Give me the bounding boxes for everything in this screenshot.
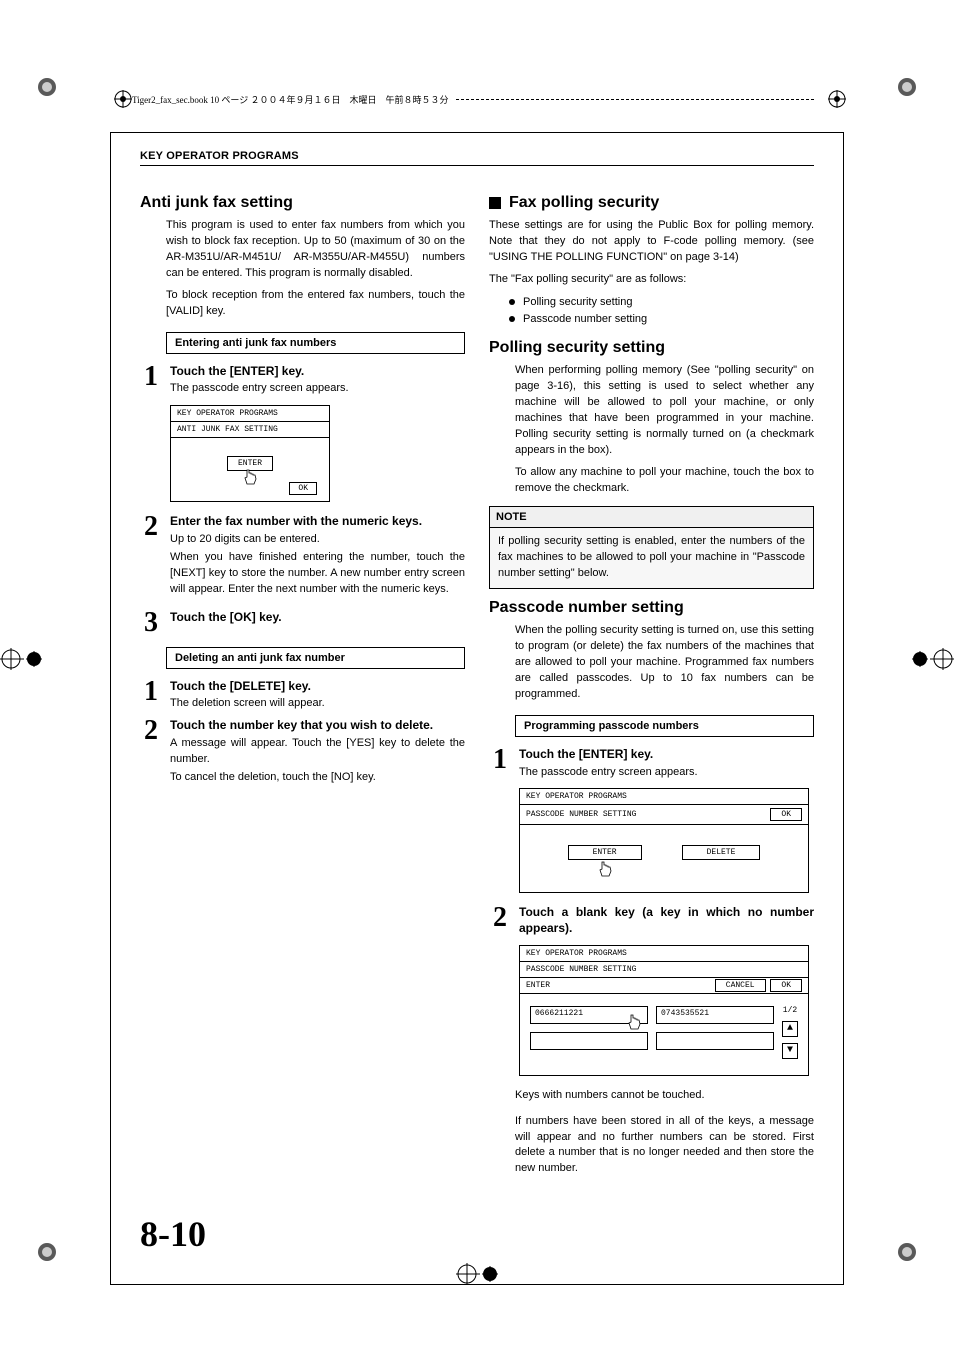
anti-junk-intro: This program is used to enter fax number… xyxy=(166,218,465,282)
header-line: Tiger2_fax_sec.book 10 ページ ２００４年９月１６日 木曜… xyxy=(108,90,846,108)
r-step2-title: Touch a blank key (a key in which no num… xyxy=(519,905,814,936)
crop-mark-top-right xyxy=(896,76,918,98)
registration-mark-bottom xyxy=(456,1263,498,1285)
reg-icon-right xyxy=(828,90,846,108)
screen-anti-junk: KEY OPERATOR PROGRAMS ANTI JUNK FAX SETT… xyxy=(170,405,330,502)
screen2-ok-button[interactable]: OK xyxy=(770,808,802,821)
book-icon xyxy=(114,90,132,108)
step-number-3: 3 xyxy=(140,610,162,635)
screen3-cell-2[interactable]: 0743535521 xyxy=(656,1006,774,1024)
screen3-page-indicator: 1/2 xyxy=(783,1006,797,1015)
del-step2-text2: To cancel the deletion, touch the [NO] k… xyxy=(170,770,465,786)
screen3-sub: PASSCODE NUMBER SETTING xyxy=(520,962,808,978)
screen1-ok-button[interactable]: OK xyxy=(289,482,317,495)
r-step1-text: The passcode entry screen appears. xyxy=(519,765,814,781)
screen3-cell-4[interactable] xyxy=(656,1032,774,1050)
deleting-box: Deleting an anti junk fax number xyxy=(166,647,465,669)
screen3-cell-3[interactable] xyxy=(530,1032,648,1050)
screen3-ok-button[interactable]: OK xyxy=(770,979,802,992)
polling-security-text2: To allow any machine to poll your machin… xyxy=(515,465,814,497)
after-text-2: If numbers have been stored in all of th… xyxy=(515,1114,814,1178)
step3-title: Touch the [OK] key. xyxy=(170,610,465,626)
screen1-title: KEY OPERATOR PROGRAMS xyxy=(171,406,329,422)
del-step1-text: The deletion screen will appear. xyxy=(170,696,465,712)
fax-polling-intro2: The "Fax polling security" are as follow… xyxy=(489,272,814,288)
screen2-title: KEY OPERATOR PROGRAMS xyxy=(520,789,808,805)
screen3-enter-label: ENTER xyxy=(526,981,550,990)
del-step-number-2: 2 xyxy=(140,718,162,785)
del-step1-title: Touch the [DELETE] key. xyxy=(170,679,465,695)
screen2-sub: PASSCODE NUMBER SETTING xyxy=(526,810,636,819)
screen-passcode-2: KEY OPERATOR PROGRAMS PASSCODE NUMBER SE… xyxy=(519,945,809,1076)
step-number-2: 2 xyxy=(140,514,162,597)
hand-pointer-icon xyxy=(241,468,259,486)
screen3-up-button[interactable]: ▲ xyxy=(782,1021,798,1037)
hand-pointer-icon xyxy=(596,860,614,878)
header-dash xyxy=(456,99,814,100)
polling-security-text: When performing polling memory (See "pol… xyxy=(515,363,814,459)
screen1-sub: ANTI JUNK FAX SETTING xyxy=(171,422,329,438)
note-box: NOTE If polling security setting is enab… xyxy=(489,506,814,589)
del-step2-text: A message will appear. Touch the [YES] k… xyxy=(170,736,465,768)
crop-mark-top-left xyxy=(36,76,58,98)
screen3-down-button[interactable]: ▼ xyxy=(782,1043,798,1059)
r-step-number-1: 1 xyxy=(489,747,511,781)
passcode-number-heading: Passcode number setting xyxy=(489,599,814,617)
crop-mark-bottom-right xyxy=(896,1241,918,1263)
step1-text: The passcode entry screen appears. xyxy=(170,381,465,397)
polling-security-heading: Polling security setting xyxy=(489,339,814,357)
fax-polling-intro: These settings are for using the Public … xyxy=(489,218,814,266)
r-step-number-2: 2 xyxy=(489,905,511,936)
note-title: NOTE xyxy=(490,507,813,528)
crop-mark-bottom-left xyxy=(36,1241,58,1263)
screen3-cancel-button[interactable]: CANCEL xyxy=(715,979,766,992)
screen-passcode-1: KEY OPERATOR PROGRAMS PASSCODE NUMBER SE… xyxy=(519,788,809,893)
step1-title: Touch the [ENTER] key. xyxy=(170,364,465,380)
hand-pointer-icon xyxy=(625,1013,643,1031)
registration-mark-left xyxy=(0,648,42,670)
header-file-info: Tiger2_fax_sec.book 10 ページ ２００４年９月１６日 木曜… xyxy=(132,93,448,106)
note-body: If polling security setting is enabled, … xyxy=(490,528,813,588)
bullet-polling-security: Polling security setting xyxy=(509,294,814,312)
step2-text2: When you have finished entering the numb… xyxy=(170,550,465,598)
left-column: Anti junk fax setting This program is us… xyxy=(140,194,465,1183)
passcode-number-text: When the polling security setting is tur… xyxy=(515,623,814,703)
step2-text: Up to 20 digits can be entered. xyxy=(170,532,465,548)
screen2-delete-button[interactable]: DELETE xyxy=(682,845,761,860)
content: KEY OPERATOR PROGRAMS Anti junk fax sett… xyxy=(140,150,814,1255)
after-text-1: Keys with numbers cannot be touched. xyxy=(515,1088,814,1104)
bullet-passcode-setting: Passcode number setting xyxy=(509,311,814,329)
entering-box: Entering anti junk fax numbers xyxy=(166,332,465,354)
screen3-cell-1[interactable]: 0666211221 xyxy=(530,1006,648,1024)
anti-junk-intro2: To block reception from the entered fax … xyxy=(166,288,465,320)
r-step1-title: Touch the [ENTER] key. xyxy=(519,747,814,763)
screen3-title: KEY OPERATOR PROGRAMS xyxy=(520,946,808,962)
step2-title: Enter the fax number with the numeric ke… xyxy=(170,514,465,530)
page: Tiger2_fax_sec.book 10 ページ ２００４年９月１６日 木曜… xyxy=(0,0,954,1315)
registration-mark-right xyxy=(912,648,954,670)
right-column: Fax polling security These settings are … xyxy=(489,194,814,1183)
page-number: 8-10 xyxy=(140,1213,814,1255)
screen2-enter-button[interactable]: ENTER xyxy=(568,845,642,860)
step-number-1: 1 xyxy=(140,364,162,398)
programming-box: Programming passcode numbers xyxy=(515,715,814,737)
del-step2-title: Touch the number key that you wish to de… xyxy=(170,718,465,734)
section-header: KEY OPERATOR PROGRAMS xyxy=(140,150,814,166)
square-bullet-icon xyxy=(489,197,501,209)
anti-junk-heading: Anti junk fax setting xyxy=(140,194,465,212)
fax-polling-heading: Fax polling security xyxy=(509,194,659,212)
del-step-number-1: 1 xyxy=(140,679,162,713)
